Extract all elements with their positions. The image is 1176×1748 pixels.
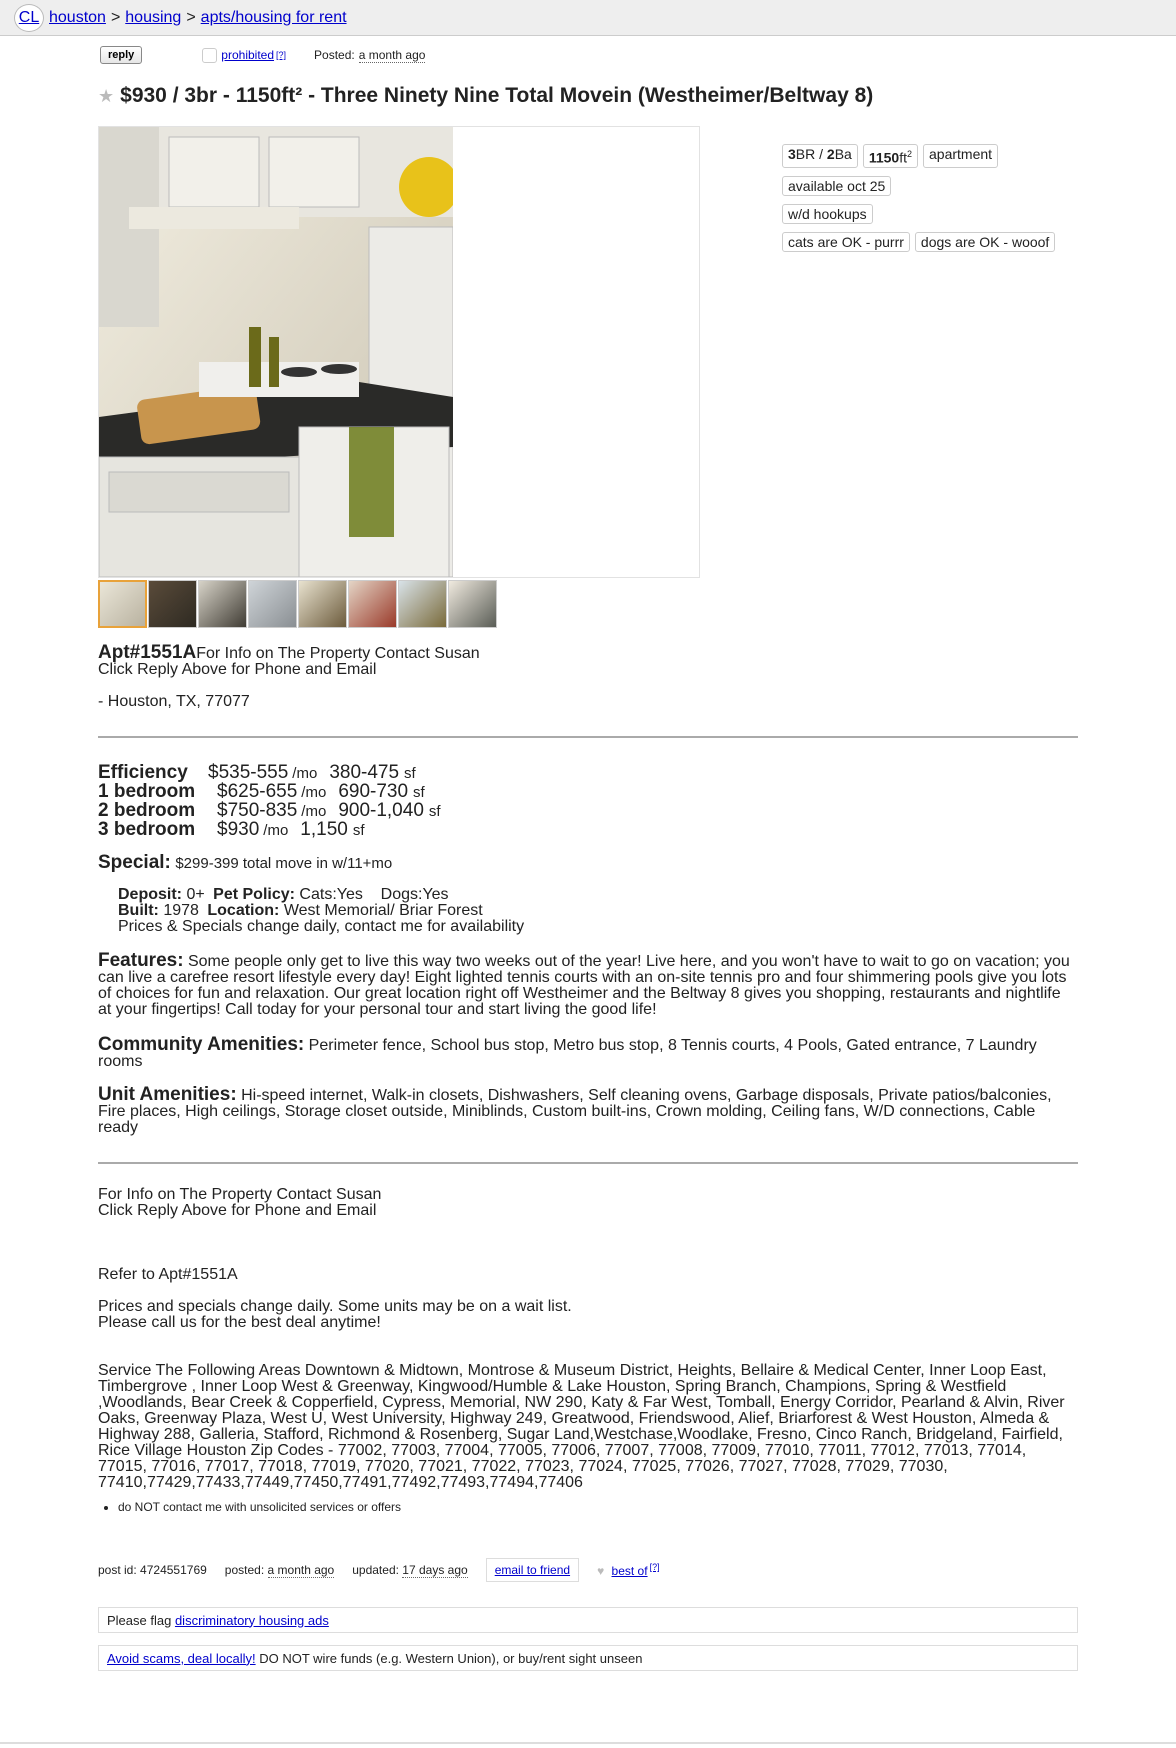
craigslist-logo[interactable]: CL [14,3,44,32]
community-amenities-section: Community Amenities: Perimeter fence, Sc… [98,1034,1078,1070]
prohibited-help-link[interactable]: [?] [276,50,286,60]
thumbnail-1[interactable] [98,580,147,628]
intro-line-1: For Info on The Property Contact Susan [196,645,480,662]
notices-list: do NOT contact me with unsolicited servi… [98,1500,1078,1514]
attr-group-pets: cats are OK - purrr dogs are OK - wooof [782,231,1056,252]
posted-date: a month ago [358,47,426,63]
best-of-link[interactable]: best of [612,1564,648,1578]
post-posted: posted: a month ago [224,1563,335,1578]
deposit-value: 0+ [186,886,205,903]
attr-laundry: w/d hookups [782,203,873,224]
unit-row: 1 bedroom $625-655/mo 690-730 sf [98,781,425,802]
posting-location: - Houston, TX, 77077 [98,693,250,710]
heart-icon: ♥ [597,1564,605,1578]
intro-line-2: Click Reply Above for Phone and Email [98,661,377,678]
attr-bed-bath: 3BR / 2Ba [782,144,858,168]
special-section: Special: $299-399 total move in w/11+mo [98,852,1078,874]
avoid-scams-link[interactable]: Avoid scams, deal locally! [107,1651,256,1666]
prohibited-flag-checkbox[interactable] [202,47,218,63]
special-label: Special: [98,852,171,873]
pricing-note: Prices & Specials change daily, contact … [118,918,525,935]
thumbnail-8[interactable] [448,580,497,628]
breadcrumb-housing[interactable]: housing [125,9,181,27]
flag-notice: Please flag discriminatory housing ads [98,1607,1078,1633]
refer-apt: Refer to Apt#1551A [98,1266,238,1283]
best-of: ♥ best of [?] [597,1562,660,1578]
deposit-label: Deposit: [118,886,182,903]
email-to-friend-button[interactable]: email to friend [485,1558,580,1582]
thumbnail-3[interactable] [198,580,247,628]
thumbnail-6[interactable] [348,580,397,628]
main-photo[interactable] [99,127,453,577]
unit-pricing-list: Efficiency $535-555/mo 380-475 sf 1 bedro… [98,762,1078,840]
service-areas-text: Service The Following Areas Downtown & M… [98,1362,1065,1491]
divider [98,1162,1078,1164]
thumbnail-5[interactable] [298,580,347,628]
contact-line-1: For Info on The Property Contact Susan [98,1186,382,1203]
attr-available-date: available oct 25 [782,175,892,196]
email-to-friend-link[interactable]: email to friend [495,1563,570,1577]
contact-line-2: Click Reply Above for Phone and Email [98,1202,377,1219]
action-row: reply prohibited [?] Posted: a month ago [98,44,1078,66]
reply-button[interactable]: reply [100,46,143,64]
attributes-panel: 3BR / 2Ba 1150ft2 apartment available oc… [782,144,1056,260]
unit-amenities-section: Unit Amenities: Hi-speed internet, Walk-… [98,1084,1078,1136]
community-amenities-label: Community Amenities: [98,1034,305,1055]
image-gallery [98,126,700,578]
scam-notice: Avoid scams, deal locally! DO NOT wire f… [98,1645,1078,1671]
breadcrumb-apts-housing-for-rent[interactable]: apts/housing for rent [201,9,347,27]
pet-policy-value: Cats:Yes Dogs:Yes [299,886,449,903]
features-text: Some people only get to live this way tw… [98,953,1070,1018]
special-text: $299-399 total move in w/11+mo [175,855,393,872]
kitchen-photo-image [99,127,453,577]
prohibited-link[interactable]: prohibited [221,48,274,62]
attr-sqft: 1150ft2 [862,144,919,168]
thumbnail-strip [98,580,497,628]
location-value: West Memorial/ Briar Forest [283,902,483,919]
unit-row: 2 bedroom $750-835/mo 900-1,040 sf [98,800,441,821]
posting-title: $930 / 3br - 1150ft² - Three Ninety Nine… [120,84,874,107]
posting-title-row: ★ $930 / 3br - 1150ft² - Three Ninety Ni… [98,84,1078,108]
attr-group-availability: available oct 25 [782,175,1055,196]
thumbnail-4[interactable] [248,580,297,628]
built-label: Built: [118,902,159,919]
pet-policy-label: Pet Policy: [213,886,295,903]
attr-housing-type: apartment [923,144,999,168]
apt-number: Apt#1551A [98,642,197,663]
post-id: post id: 4724551769 [98,1563,207,1577]
breadcrumb-separator: > [186,8,196,26]
breadcrumb-separator: > [110,8,121,26]
built-value: 1978 [163,902,199,919]
best-of-help-link[interactable]: [?] [650,1562,660,1572]
contact-section: For Info on The Property Contact Susan C… [98,1187,1078,1331]
thumbnail-2[interactable] [148,580,197,628]
top-bar: CL houston > housing > apts/housing for … [0,0,1176,36]
features-label: Features: [98,950,184,971]
posting-intro: Apt#1551AFor Info on The Property Contac… [98,642,1078,710]
unit-row: 3 bedroom $930/mo 1,150 sf [98,819,365,840]
attr-cats: cats are OK - purrr [782,231,910,252]
post-info-bar: post id: 4724551769 posted: a month ago … [98,1558,1078,1582]
discriminatory-housing-link[interactable]: discriminatory housing ads [175,1613,329,1628]
features-section: Features: Some people only get to live t… [98,950,1078,1018]
property-details: Deposit: 0+ Pet Policy: Cats:Yes Dogs:Ye… [98,887,1078,935]
unit-amenities-label: Unit Amenities: [98,1084,237,1105]
favorite-star-icon[interactable]: ★ [98,86,114,107]
attr-dogs: dogs are OK - wooof [914,231,1056,252]
breadcrumb-houston[interactable]: houston [49,9,106,27]
attr-group-size: 3BR / 2Ba 1150ft2 apartment [782,144,1055,168]
bottom-divider [0,1742,1176,1744]
prices-note-2: Please call us for the best deal anytime… [98,1314,381,1331]
post-updated: updated: 17 days ago [352,1563,468,1578]
thumbnail-7[interactable] [398,580,447,628]
location-label: Location: [207,902,280,919]
prices-note-1: Prices and specials change daily. Some u… [98,1298,572,1315]
notice-item: do NOT contact me with unsolicited servi… [118,1500,1078,1514]
posted-label: Posted: [314,48,355,62]
breadcrumb: houston > housing > apts/housing for ren… [49,9,347,27]
divider [98,736,1078,738]
unit-amenities-text: Hi-speed internet, Walk-in closets, Dish… [98,1087,1052,1136]
unit-row: Efficiency $535-555/mo 380-475 sf [98,762,416,783]
attr-group-laundry: w/d hookups [782,203,1055,224]
